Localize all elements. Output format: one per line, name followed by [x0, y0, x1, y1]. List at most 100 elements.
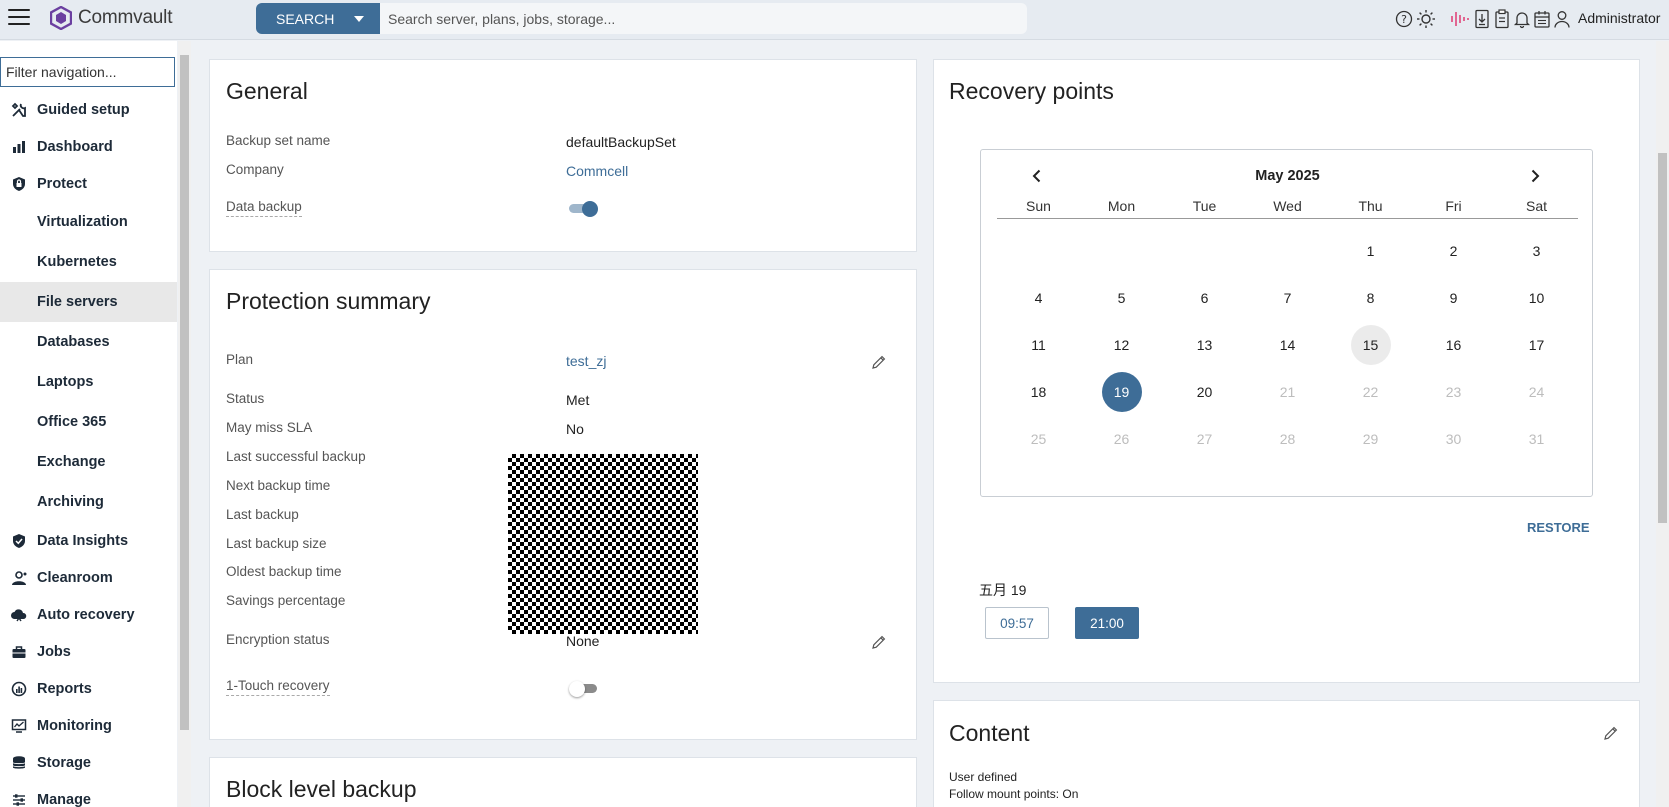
edit-encryption-pencil-icon[interactable]: [871, 634, 887, 650]
recovery-points-title: Recovery points: [949, 78, 1114, 104]
calendar-day[interactable]: 17: [1517, 325, 1557, 365]
global-search-input[interactable]: [380, 3, 1027, 34]
sidebar-item-archiving[interactable]: Archiving: [0, 482, 177, 522]
last-successful-backup-label: Last successful backup: [226, 449, 366, 464]
sidebar-item-auto-recovery[interactable]: Auto recovery: [0, 596, 177, 633]
calendar-day[interactable]: 11: [1019, 325, 1059, 365]
calendar-day[interactable]: 5: [1102, 278, 1142, 318]
may-miss-sla-value: No: [566, 421, 584, 437]
calendar-day[interactable]: 20: [1185, 372, 1225, 412]
sidebar-item-storage[interactable]: Storage: [0, 744, 177, 781]
sidebar-item-exchange[interactable]: Exchange: [0, 442, 177, 482]
last-backup-label: Last backup: [226, 507, 299, 522]
calendar-day[interactable]: 3: [1517, 231, 1557, 271]
main-scrollbar[interactable]: [1656, 41, 1669, 807]
block-level-backup-title: Block level backup: [226, 776, 417, 802]
theme-sun-icon[interactable]: [1415, 9, 1437, 29]
redacted-values-block: [508, 454, 698, 634]
calendar-day: 29: [1362, 431, 1379, 447]
sidebar-item-databases[interactable]: Databases: [0, 322, 177, 362]
oldest-backup-time-label: Oldest backup time: [226, 564, 342, 579]
user-menu[interactable]: Administrator: [1578, 10, 1660, 26]
sidebar-item-label: Cleanroom: [37, 569, 113, 586]
sidebar-item-virtualization[interactable]: Virtualization: [0, 202, 177, 242]
brand-logo[interactable]: Commvault: [50, 5, 172, 31]
search-scope-button[interactable]: SEARCH: [256, 3, 380, 34]
calendar-day[interactable]: 14: [1268, 325, 1308, 365]
sidebar-item-label: Reports: [37, 680, 92, 697]
calendar-day[interactable]: 4: [1019, 278, 1059, 318]
sidebar-scrollbar[interactable]: [178, 41, 191, 807]
sidebar-item-dashboard[interactable]: Dashboard: [0, 128, 177, 165]
sidebar-item-guided-setup[interactable]: Guided setup: [0, 91, 177, 128]
status-value: Met: [566, 392, 590, 408]
audio-wave-icon[interactable]: [1449, 9, 1471, 29]
sidebar-item-label: Protect: [37, 175, 87, 192]
calendar-day[interactable]: 15: [1350, 325, 1391, 365]
one-touch-recovery-toggle[interactable]: [569, 681, 599, 697]
sidebar-item-data-insights[interactable]: Data Insights: [0, 522, 177, 559]
sidebar-item-reports[interactable]: Reports: [0, 670, 177, 707]
calendar-day[interactable]: 19: [1101, 372, 1142, 412]
user-icon[interactable]: [1553, 9, 1571, 29]
sidebar-item-protect[interactable]: Protect: [0, 165, 177, 202]
sidebar-item-kubernetes[interactable]: Kubernetes: [0, 242, 177, 282]
sidebar-item-laptops[interactable]: Laptops: [0, 362, 177, 402]
sidebar-item-manage[interactable]: Manage: [0, 781, 177, 807]
next-month-chevron-right-icon[interactable]: [1527, 168, 1543, 184]
calendar-day[interactable]: 13: [1185, 325, 1225, 365]
calendar-day[interactable]: 6: [1185, 278, 1225, 318]
scrollbar-thumb[interactable]: [180, 55, 189, 730]
backup-set-name-label: Backup set name: [226, 133, 331, 148]
shield-lock-icon: [12, 176, 25, 191]
data-backup-toggle[interactable]: [569, 201, 599, 217]
restore-button[interactable]: RESTORE: [1527, 520, 1590, 535]
calendar-day[interactable]: 7: [1268, 278, 1308, 318]
calendar-day[interactable]: 16: [1434, 325, 1474, 365]
nav-list: Guided setup Dashboard Protect Virtualiz…: [0, 91, 177, 807]
scrollbar-thumb[interactable]: [1658, 153, 1667, 523]
sidebar-item-label: Auto recovery: [37, 606, 135, 623]
sidebar-item-cleanroom[interactable]: Cleanroom: [0, 559, 177, 596]
calendar-day[interactable]: 1: [1351, 231, 1391, 271]
data-backup-label: Data backup: [226, 199, 302, 217]
company-link[interactable]: Commcell: [566, 163, 628, 179]
calendar-day[interactable]: 18: [1019, 372, 1059, 412]
next-backup-time-label: Next backup time: [226, 478, 331, 493]
encryption-status-value: None: [566, 633, 600, 649]
search-button-label: SEARCH: [276, 10, 335, 27]
calendar-icon[interactable]: [1533, 9, 1551, 29]
encryption-status-label: Encryption status: [226, 632, 330, 647]
clipboard-icon[interactable]: [1493, 9, 1511, 29]
sidebar-item-monitoring[interactable]: Monitoring: [0, 707, 177, 744]
sidebar-item-office-365[interactable]: Office 365: [0, 402, 177, 442]
commvault-logo-icon: [50, 6, 72, 30]
status-label: Status: [226, 391, 265, 406]
bell-icon[interactable]: [1513, 9, 1531, 29]
general-title: General: [226, 78, 308, 104]
help-icon[interactable]: ?: [1395, 10, 1413, 28]
selected-date-label: 五月 19: [979, 582, 1027, 598]
sidebar-item-label: Databases: [37, 334, 110, 350]
recovery-time-button[interactable]: 09:57: [985, 607, 1049, 639]
calendar-day[interactable]: 2: [1434, 231, 1474, 271]
recovery-time-button-selected[interactable]: 21:00: [1075, 607, 1139, 639]
calendar-day: 28: [1279, 431, 1296, 447]
general-card: [209, 59, 917, 252]
shield-check-icon: [12, 533, 25, 548]
menu-icon[interactable]: [8, 9, 30, 27]
calendar-day[interactable]: 9: [1434, 278, 1474, 318]
calendar-day[interactable]: 10: [1517, 278, 1557, 318]
sidebar-item-jobs[interactable]: Jobs: [0, 633, 177, 670]
calendar-day[interactable]: 8: [1351, 278, 1391, 318]
sidebar-item-file-servers[interactable]: File servers: [0, 282, 177, 322]
calendar-day: 22: [1362, 384, 1379, 400]
edit-content-pencil-icon[interactable]: [1603, 725, 1619, 741]
download-report-icon[interactable]: [1473, 9, 1491, 29]
chevron-down-icon: [354, 15, 364, 22]
filter-navigation-input[interactable]: [0, 57, 175, 87]
calendar-day[interactable]: 12: [1102, 325, 1142, 365]
edit-plan-pencil-icon[interactable]: [871, 354, 887, 370]
plan-link[interactable]: test_zj: [566, 353, 606, 369]
backup-set-name-value: defaultBackupSet: [566, 134, 676, 150]
